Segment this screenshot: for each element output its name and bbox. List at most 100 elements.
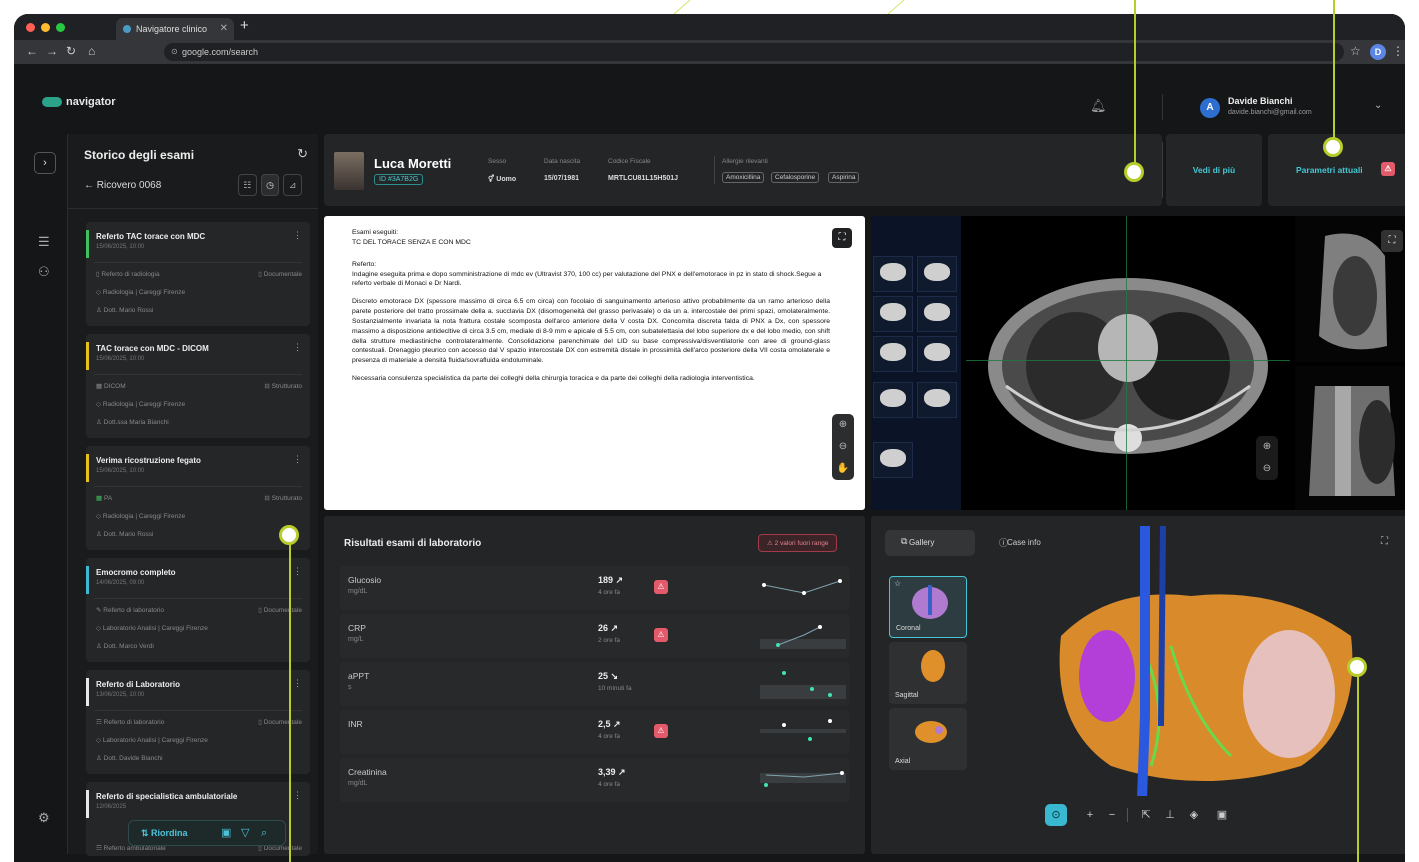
lab-row[interactable]: Glucosio mg/dL 189 ↗ 4 ore fa ⚠ [340, 566, 850, 610]
kebab-menu-icon[interactable]: ⋮ [293, 230, 302, 241]
user-avatar[interactable]: A [1200, 98, 1220, 118]
image-icon[interactable]: ▣ [1211, 804, 1233, 826]
view-label: Coronal [896, 625, 921, 632]
axes-icon[interactable]: ⊥ [1159, 804, 1181, 826]
browser-tab-bar: Navigatore clinico ✕ + [14, 14, 1405, 40]
expand-icon[interactable]: ⛶ [1381, 536, 1388, 547]
patient-info-card: Luca Moretti ID #3A7B2G Sesso ⚥ Uomo Dat… [324, 134, 1162, 206]
exam-card[interactable]: TAC torace con MDC - DICOM 15/06/2025, 1… [86, 334, 310, 438]
exam-card[interactable]: Emocromo completo 14/06/2025, 09:00 ⋮ ✎ … [86, 558, 310, 662]
minimize-window-dot[interactable] [41, 23, 50, 32]
forward-arrow-icon[interactable]: → [46, 44, 58, 58]
gallery-view-sagittal[interactable]: Sagittal [889, 642, 967, 704]
series-thumbnail[interactable] [873, 442, 913, 478]
card-doctor: ♙ Dott. Davide Bianchi [96, 755, 163, 762]
exam-card[interactable]: Referto TAC torace con MDC 15/06/2025, 1… [86, 222, 310, 326]
series-thumbnail[interactable] [917, 296, 957, 332]
gallery-view-axial[interactable]: Axial [889, 708, 967, 770]
lab-row[interactable]: Creatinina mg/dL 3,39 ↗ 4 ore fa [340, 758, 850, 802]
list-view-icon[interactable]: ☷ [238, 174, 257, 196]
kebab-menu-icon[interactable]: ⋮ [293, 566, 302, 577]
close-window-dot[interactable] [26, 23, 35, 32]
zoom-in-icon[interactable]: + [1079, 804, 1101, 826]
filter-icon[interactable]: ▽ [241, 821, 249, 845]
see-more-button[interactable]: Vedi di più [1166, 134, 1262, 206]
app-header: navigator 🔔︎ A Davide Bianchi davide.bia… [14, 64, 1405, 128]
lab-row[interactable]: CRP mg/L 26 ↗ 2 ore fa ⚠ [340, 614, 850, 658]
axial-ct-view[interactable]: ⊕ ⊖ [966, 216, 1290, 510]
series-thumbnail[interactable] [873, 336, 913, 372]
callout-marker [1124, 162, 1144, 182]
zoom-in-icon[interactable]: ⊕ [832, 414, 854, 436]
search-icon[interactable]: ⌕ [261, 821, 267, 845]
maximize-window-dot[interactable] [56, 23, 65, 32]
kebab-menu-icon[interactable]: ⋮ [293, 454, 302, 465]
series-thumbnail[interactable] [873, 256, 913, 292]
model-toolbar: ⊙ + − ⇱ ⊥ ◈ ▣ [1033, 802, 1243, 828]
zoom-out-icon[interactable]: ⊖ [832, 436, 854, 458]
back-to-admission-link[interactable]: ← Ricovero 0068 [84, 180, 161, 191]
series-thumbnail[interactable] [873, 296, 913, 332]
tab-gallery[interactable]: Gallery [885, 530, 975, 556]
gallery-view-coronal[interactable]: Coronal ☆ [889, 576, 967, 638]
report-zoom-controls: ⊕ ⊖ ✋ [832, 414, 854, 480]
camera-icon[interactable]: ⊙ [1045, 804, 1067, 826]
expand-sidebar-button[interactable]: › [34, 152, 56, 174]
fiscal-code-label: Codice Fiscale [608, 158, 651, 165]
list-icon[interactable]: ☰ [38, 234, 50, 250]
sex-label: Sesso [488, 158, 507, 165]
coronal-ct-view[interactable] [1295, 366, 1405, 510]
chart-view-icon[interactable]: ⊿ [283, 174, 303, 196]
card-location: ◇ Radiologia | Careggi Firenze [96, 289, 186, 296]
expand-icon[interactable]: ⛶ [832, 228, 852, 248]
notification-bell-icon[interactable]: 🔔︎ [1090, 98, 1107, 114]
patient-divider [1162, 142, 1163, 198]
series-thumbnail[interactable] [873, 382, 913, 418]
kebab-menu-icon[interactable]: ⋮ [293, 790, 302, 801]
lab-row[interactable]: aPPT s 25 ↘ 10 minuti fa [340, 662, 850, 706]
browser-profile-avatar[interactable]: D [1370, 44, 1386, 60]
home-icon[interactable]: ⌂ [88, 44, 95, 58]
chevron-down-icon[interactable]: ⌄ [1374, 100, 1382, 111]
back-arrow-icon[interactable]: ← [26, 44, 38, 58]
exams-label: Esami eseguiti: [352, 229, 399, 236]
card-color-bar [86, 678, 89, 706]
card-color-bar [86, 790, 89, 818]
expand-icon[interactable]: ⛶ [1381, 230, 1403, 252]
paint-bucket-icon[interactable]: ◈ [1183, 804, 1205, 826]
new-tab-icon[interactable]: + [240, 17, 249, 34]
refresh-icon[interactable]: ↻ [297, 146, 308, 162]
bookmark-star-icon[interactable]: ☆ [1350, 44, 1361, 58]
exam-card[interactable]: Referto di Laboratorio 13/06/2025, 10:00… [86, 670, 310, 774]
users-icon[interactable]: ⚇ [38, 264, 50, 280]
zoom-out-icon[interactable]: ⊖ [1256, 458, 1278, 480]
app-logo[interactable]: navigator [42, 96, 116, 108]
close-tab-icon[interactable]: ✕ [220, 18, 228, 40]
reload-icon[interactable]: ↻ [66, 44, 76, 58]
favorite-star-icon[interactable]: ☆ [894, 579, 901, 588]
kebab-menu-icon[interactable]: ⋮ [293, 342, 302, 353]
zoom-out-icon[interactable]: − [1101, 804, 1123, 826]
zoom-in-icon[interactable]: ⊕ [1256, 436, 1278, 458]
series-thumbnail[interactable] [917, 382, 957, 418]
card-divider [94, 598, 302, 599]
timeline-view-icon[interactable]: ◷ [260, 174, 280, 196]
browser-tab[interactable]: Navigatore clinico ✕ [116, 18, 234, 40]
kebab-menu-icon[interactable]: ⋮ [293, 678, 302, 689]
pan-hand-icon[interactable]: ✋ [832, 458, 854, 480]
url-field[interactable]: ⊙ google.com/search [164, 43, 1344, 61]
url-text: google.com/search [182, 47, 259, 57]
settings-gear-icon[interactable]: ⚙ [38, 810, 50, 826]
series-thumbnail[interactable] [917, 336, 957, 372]
calendar-icon[interactable]: ▣ [221, 821, 231, 845]
lab-row[interactable]: INR 2,5 ↗ 4 ore fa ⚠ [340, 710, 850, 754]
allergies-label: Allergie rilevanti [722, 158, 768, 165]
sort-button[interactable]: ⇅ Riordina [141, 821, 188, 845]
browser-menu-icon[interactable]: ⋮ [1392, 44, 1404, 58]
lab-unit: mg/dL [348, 780, 368, 787]
card-color-bar [86, 342, 89, 370]
exam-card[interactable]: Verima ricostruzione fegato 15/06/2025, … [86, 446, 310, 550]
select-pointer-icon[interactable]: ⇱ [1135, 804, 1157, 826]
lab-name: Creatinina [348, 767, 387, 777]
series-thumbnail[interactable] [917, 256, 957, 292]
